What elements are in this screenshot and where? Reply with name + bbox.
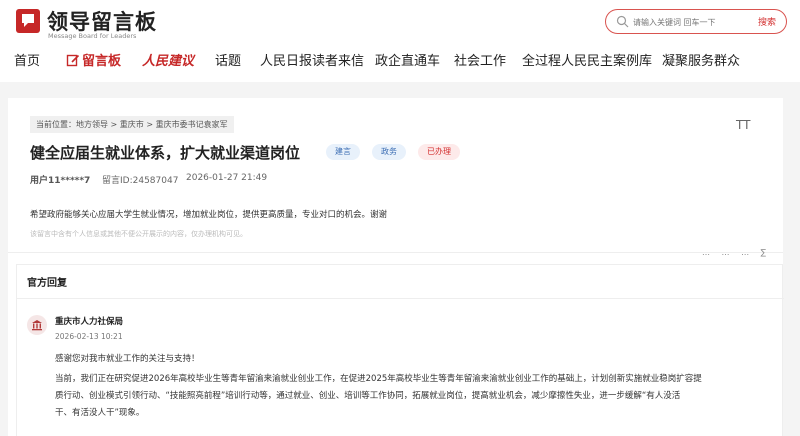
reply-time: 2026-02-13 10:21 bbox=[55, 332, 123, 341]
government-building-icon bbox=[32, 320, 42, 331]
search-input[interactable] bbox=[633, 14, 745, 30]
breadcrumb-item[interactable]: 重庆市 bbox=[120, 120, 144, 129]
reply-paragraph: 质行动、创业模式引领行动、“技能照亮前程”培训行动等，通过就业、创业、培训等工作… bbox=[55, 391, 681, 401]
font-size-icon[interactable]: TT bbox=[736, 118, 750, 132]
action-button[interactable]: ∑ bbox=[761, 248, 766, 257]
action-button[interactable]: … bbox=[741, 248, 749, 257]
reply-paragraph: 干、有活没人干”现象。 bbox=[55, 408, 145, 418]
main-nav: 首页 留言板 人民建议 话题 人民日报读者来信 政企直通车 社会工作 全过程人民… bbox=[0, 48, 800, 74]
post-actions: … … … ∑ bbox=[693, 248, 766, 257]
post-user: 用户11*****7 bbox=[30, 176, 91, 186]
nav-home[interactable]: 首页 bbox=[14, 50, 40, 69]
reply-org-name: 重庆市人力社保局 bbox=[55, 317, 124, 327]
action-button[interactable]: … bbox=[702, 248, 710, 257]
search-icon bbox=[616, 15, 629, 28]
post-body: 希望政府能够关心应届大学生就业情况，增加就业岗位，提供更高质量，专业对口的机会。… bbox=[30, 210, 388, 220]
post-id: 留言ID:24587047 bbox=[102, 176, 179, 186]
reply-paragraph: 当前，我们正在研究促进2026年高校毕业生等青年留渝来渝就业创业工作，在促进20… bbox=[55, 374, 702, 384]
post-privacy-note: 该留言中含有个人信息或其他不便公开展示的内容，仅办理机构可见。 bbox=[30, 230, 247, 238]
reply-paragraph: 感谢您对我市就业工作的关注与支持！ bbox=[55, 354, 200, 364]
reply-heading: 官方回复 bbox=[27, 278, 67, 289]
breadcrumb-prefix: 当前位置： bbox=[36, 120, 76, 129]
breadcrumb: 当前位置：地方领导 > 重庆市 > 重庆市委书记袁家军 bbox=[30, 116, 234, 133]
tag-government: 政务 bbox=[372, 144, 406, 160]
avatar bbox=[27, 315, 47, 335]
nav-serve-masses[interactable]: 凝聚服务群众 bbox=[662, 50, 740, 69]
breadcrumb-item[interactable]: 重庆市委书记袁家军 bbox=[156, 120, 228, 129]
logo-subtitle: Message Board for Leaders bbox=[48, 32, 137, 40]
nav-social-work[interactable]: 社会工作 bbox=[454, 50, 506, 69]
nav-people-suggestions[interactable]: 人民建议 bbox=[142, 50, 194, 69]
nav-gov-enterprise[interactable]: 政企直通车 bbox=[375, 50, 440, 69]
site-logo[interactable]: 领导留言板 Message Board for Leaders bbox=[15, 6, 165, 40]
official-reply: 官方回复 重庆市人力社保局 2026-02-13 10:21 感谢您对我市就业工… bbox=[16, 264, 784, 436]
breadcrumb-separator: > bbox=[110, 120, 118, 129]
tag-suggestion: 建言 bbox=[326, 144, 360, 160]
search-box: 搜索 bbox=[605, 9, 787, 34]
breadcrumb-item[interactable]: 地方领导 bbox=[76, 120, 108, 129]
divider bbox=[17, 298, 784, 299]
post-datetime: 2026-01-27 21:49 bbox=[186, 173, 268, 183]
nav-message-board-label: 留言板 bbox=[82, 54, 122, 69]
message-card: 当前位置：地方领导 > 重庆市 > 重庆市委书记袁家军 TT 健全应届生就业体系… bbox=[8, 98, 784, 436]
nav-reader-letters[interactable]: 人民日报读者来信 bbox=[260, 50, 364, 69]
nav-message-board[interactable]: 留言板 bbox=[66, 50, 121, 69]
logo-icon bbox=[16, 9, 40, 33]
site-header: 领导留言板 Message Board for Leaders 搜索 首页 留言… bbox=[0, 0, 800, 82]
nav-topics[interactable]: 话题 bbox=[215, 50, 241, 69]
divider bbox=[8, 252, 783, 253]
nav-democracy-cases[interactable]: 全过程人民民主案例库 bbox=[522, 50, 652, 69]
status-badge: 已办理 bbox=[418, 144, 460, 160]
breadcrumb-separator: > bbox=[146, 120, 154, 129]
action-button[interactable]: … bbox=[722, 248, 730, 257]
search-button[interactable]: 搜索 bbox=[758, 15, 776, 28]
post-title: 健全应届生就业体系，扩大就业渠道岗位 bbox=[30, 144, 301, 162]
edit-note-icon bbox=[66, 54, 80, 67]
